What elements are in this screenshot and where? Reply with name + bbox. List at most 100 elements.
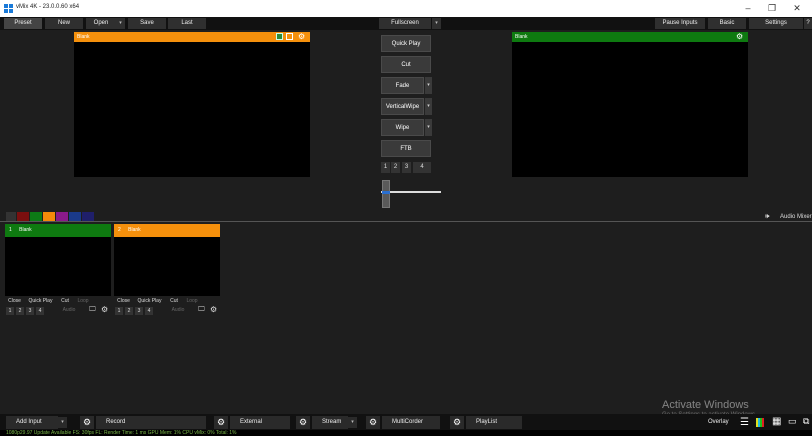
fullscreen-button[interactable]: Fullscreen <box>379 18 431 29</box>
transition-1-button[interactable]: 1 <box>381 162 390 173</box>
vertical-wipe-dropdown-icon[interactable]: ▾ <box>424 98 432 115</box>
input-2-num-2[interactable]: 2 <box>125 307 133 315</box>
swatch-orange[interactable] <box>43 212 55 221</box>
input-1-header[interactable]: 1 Blank <box>5 224 111 237</box>
input-1-quick-play-button[interactable]: Quick Play <box>25 297 56 306</box>
multiview-icon[interactable]: ▦ <box>772 416 781 427</box>
swatch-green[interactable] <box>30 212 42 221</box>
input-2-name: Blank <box>128 227 141 233</box>
open-dropdown-icon[interactable]: ▾ <box>116 18 125 29</box>
input-2-num-4[interactable]: 4 <box>145 307 153 315</box>
t-bar-handle[interactable] <box>382 180 390 208</box>
input-2-quick-play-button[interactable]: Quick Play <box>134 297 165 306</box>
maximize-button[interactable]: ❐ <box>761 2 783 15</box>
cut-button[interactable]: Cut <box>381 56 431 73</box>
input-2-cut-button[interactable]: Cut <box>166 297 182 306</box>
open-button[interactable]: Open <box>86 18 116 29</box>
input-tile-1[interactable]: 1 Blank Close Quick Play Cut Loop 1 2 3 … <box>5 224 111 318</box>
basic-button[interactable]: Basic <box>708 18 746 29</box>
pause-inputs-button[interactable]: Pause Inputs <box>655 18 705 29</box>
input-1-audio-button[interactable]: Audio <box>58 306 80 315</box>
stream-button[interactable]: Stream <box>312 416 348 429</box>
input-2-num-3[interactable]: 3 <box>135 307 143 315</box>
swatch-navy[interactable] <box>82 212 94 221</box>
vmix-app-icon <box>4 4 13 13</box>
settings-button[interactable]: Settings <box>749 18 803 29</box>
input-2-header[interactable]: 2 Blank <box>114 224 220 237</box>
stream-dropdown-icon[interactable]: ▾ <box>348 417 357 428</box>
output-screen[interactable] <box>512 42 748 177</box>
color-bars-icon[interactable] <box>756 418 764 427</box>
vertical-wipe-button[interactable]: VerticalWipe <box>381 98 424 115</box>
fade-dropdown-icon[interactable]: ▾ <box>424 77 432 94</box>
status-bar: 1080p29.97 Update Available FS: 30fps FL… <box>0 430 812 436</box>
speaker-icon[interactable]: 🕪 <box>765 213 769 221</box>
multicorder-button[interactable]: MultiCorder <box>382 416 440 429</box>
input-1-close-button[interactable]: Close <box>5 297 24 306</box>
ftb-button[interactable]: FTB <box>381 140 431 157</box>
input-2-audio-button[interactable]: Audio <box>167 306 189 315</box>
wipe-button[interactable]: Wipe <box>381 119 424 136</box>
input-1-cut-button[interactable]: Cut <box>57 297 73 306</box>
gear-icon[interactable]: ⚙ <box>298 33 305 41</box>
multicorder-gear-icon[interactable]: ⚙ <box>366 416 380 429</box>
input-1-number: 1 <box>9 227 12 233</box>
save-button[interactable]: Save <box>128 18 166 29</box>
input-tile-2[interactable]: 2 Blank Close Quick Play Cut Loop 1 2 3 … <box>114 224 220 318</box>
record-gear-icon[interactable]: ⚙ <box>80 416 94 429</box>
gear-icon[interactable]: ⚙ <box>736 33 743 41</box>
fade-button[interactable]: Fade <box>381 77 424 94</box>
color-icon[interactable] <box>276 33 283 40</box>
monitor-icon[interactable]: 🖵 <box>198 306 205 314</box>
input-2-number: 2 <box>118 227 121 233</box>
minimize-button[interactable]: – <box>737 2 759 15</box>
fullscreen-dropdown-icon[interactable]: ▾ <box>432 18 441 29</box>
divider <box>0 221 812 222</box>
input-2-loop-button[interactable]: Loop <box>183 297 201 306</box>
new-button[interactable]: New <box>45 18 83 29</box>
input-1-num-4[interactable]: 4 <box>36 307 44 315</box>
swatch-red[interactable] <box>17 212 29 221</box>
input-2-num-1[interactable]: 1 <box>115 307 123 315</box>
preset-button[interactable]: Preset <box>4 18 42 29</box>
gear-icon[interactable]: ⚙ <box>210 305 217 314</box>
gear-icon[interactable]: ⚙ <box>101 305 108 314</box>
record-button[interactable]: Record <box>96 416 206 429</box>
input-1-loop-button[interactable]: Loop <box>74 297 92 306</box>
audio-mixer-label[interactable]: Audio Mixer <box>780 214 812 220</box>
t-bar-indicator <box>382 191 390 194</box>
input-1-num-3[interactable]: 3 <box>26 307 34 315</box>
add-input-dropdown-icon[interactable]: ▾ <box>58 417 67 428</box>
grid-icon[interactable] <box>286 33 293 40</box>
overlay-button[interactable]: Overlay <box>700 416 736 429</box>
input-1-num-2[interactable]: 2 <box>16 307 24 315</box>
external-gear-icon[interactable]: ⚙ <box>214 416 228 429</box>
transition-4-button[interactable]: 4 <box>413 162 431 173</box>
help-button[interactable]: ? <box>804 18 812 29</box>
stream-gear-icon[interactable]: ⚙ <box>296 416 310 429</box>
input-1-num-1[interactable]: 1 <box>6 307 14 315</box>
list-icon[interactable]: ☰ <box>740 417 749 428</box>
playlist-button[interactable]: PlayList <box>466 416 522 429</box>
add-input-button[interactable]: Add Input <box>6 416 58 429</box>
last-button[interactable]: Last <box>168 18 206 29</box>
close-window-button[interactable]: ✕ <box>786 2 808 15</box>
playlist-gear-icon[interactable]: ⚙ <box>450 416 464 429</box>
swatch-purple[interactable] <box>56 212 68 221</box>
fullscreen-icon[interactable]: ⧉ <box>803 416 809 427</box>
preview-screen[interactable] <box>74 42 310 177</box>
transition-3-button[interactable]: 3 <box>402 162 411 173</box>
output-panel: Blank ⚙ <box>512 32 748 177</box>
screen-icon[interactable]: ▭ <box>788 416 797 427</box>
input-1-name: Blank <box>19 227 32 233</box>
transition-2-button[interactable]: 2 <box>391 162 400 173</box>
input-2-thumbnail[interactable] <box>114 237 220 296</box>
input-1-thumbnail[interactable] <box>5 237 111 296</box>
input-2-close-button[interactable]: Close <box>114 297 133 306</box>
swatch-blue[interactable] <box>69 212 81 221</box>
external-button[interactable]: External <box>230 416 290 429</box>
wipe-dropdown-icon[interactable]: ▾ <box>424 119 432 136</box>
quick-play-button[interactable]: Quick Play <box>381 35 431 52</box>
monitor-icon[interactable]: 🖵 <box>89 306 96 314</box>
swatch-none[interactable] <box>6 212 16 221</box>
